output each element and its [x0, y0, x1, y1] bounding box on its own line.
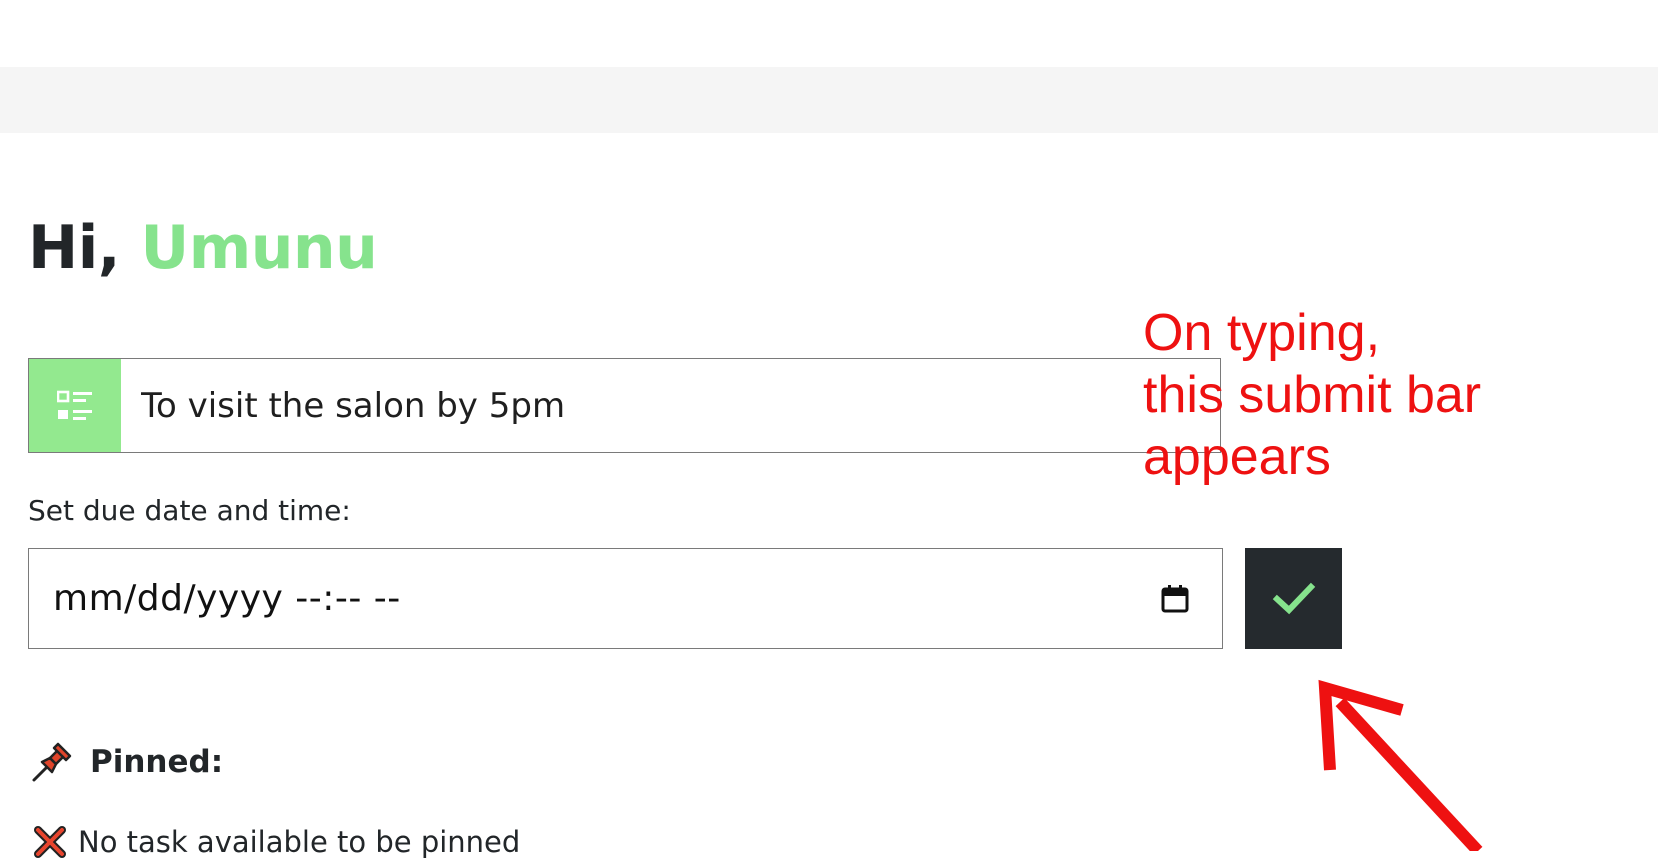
task-icon-box [29, 359, 121, 452]
due-date-placeholder: mm/dd/yyyy --:-- -- [53, 578, 401, 619]
annotation-arrow [1318, 679, 1483, 851]
pinned-label: Pinned: [90, 744, 224, 780]
calendar-icon[interactable] [1158, 582, 1192, 616]
top-bar [0, 0, 1658, 67]
header-band [0, 67, 1658, 133]
due-date-label: Set due date and time: [28, 494, 351, 527]
pinned-empty-message: No task available to be pinned [32, 824, 520, 860]
greeting-heading: Hi, Umunu [28, 206, 378, 290]
annotation-note: On typing, this submit bar appears [1143, 302, 1481, 488]
task-list-icon [57, 390, 92, 420]
submit-button[interactable] [1245, 548, 1342, 649]
user-name: Umunu [140, 213, 378, 283]
pinned-heading: Pinned: [30, 740, 223, 784]
task-input-bar [28, 358, 1221, 453]
greeting-prefix: Hi, [28, 213, 121, 283]
annotation-line-2: this submit bar [1143, 366, 1482, 424]
pinned-empty-text: No task available to be pinned [78, 825, 521, 859]
annotation-line-3: appears [1143, 428, 1331, 486]
checkmark-icon [1272, 582, 1315, 614]
cross-mark-icon [34, 826, 66, 858]
due-date-field[interactable]: mm/dd/yyyy --:-- -- [28, 548, 1223, 649]
annotation-line-1: On typing, [1143, 304, 1381, 362]
task-input[interactable] [121, 359, 1220, 452]
pushpin-icon [32, 742, 72, 782]
